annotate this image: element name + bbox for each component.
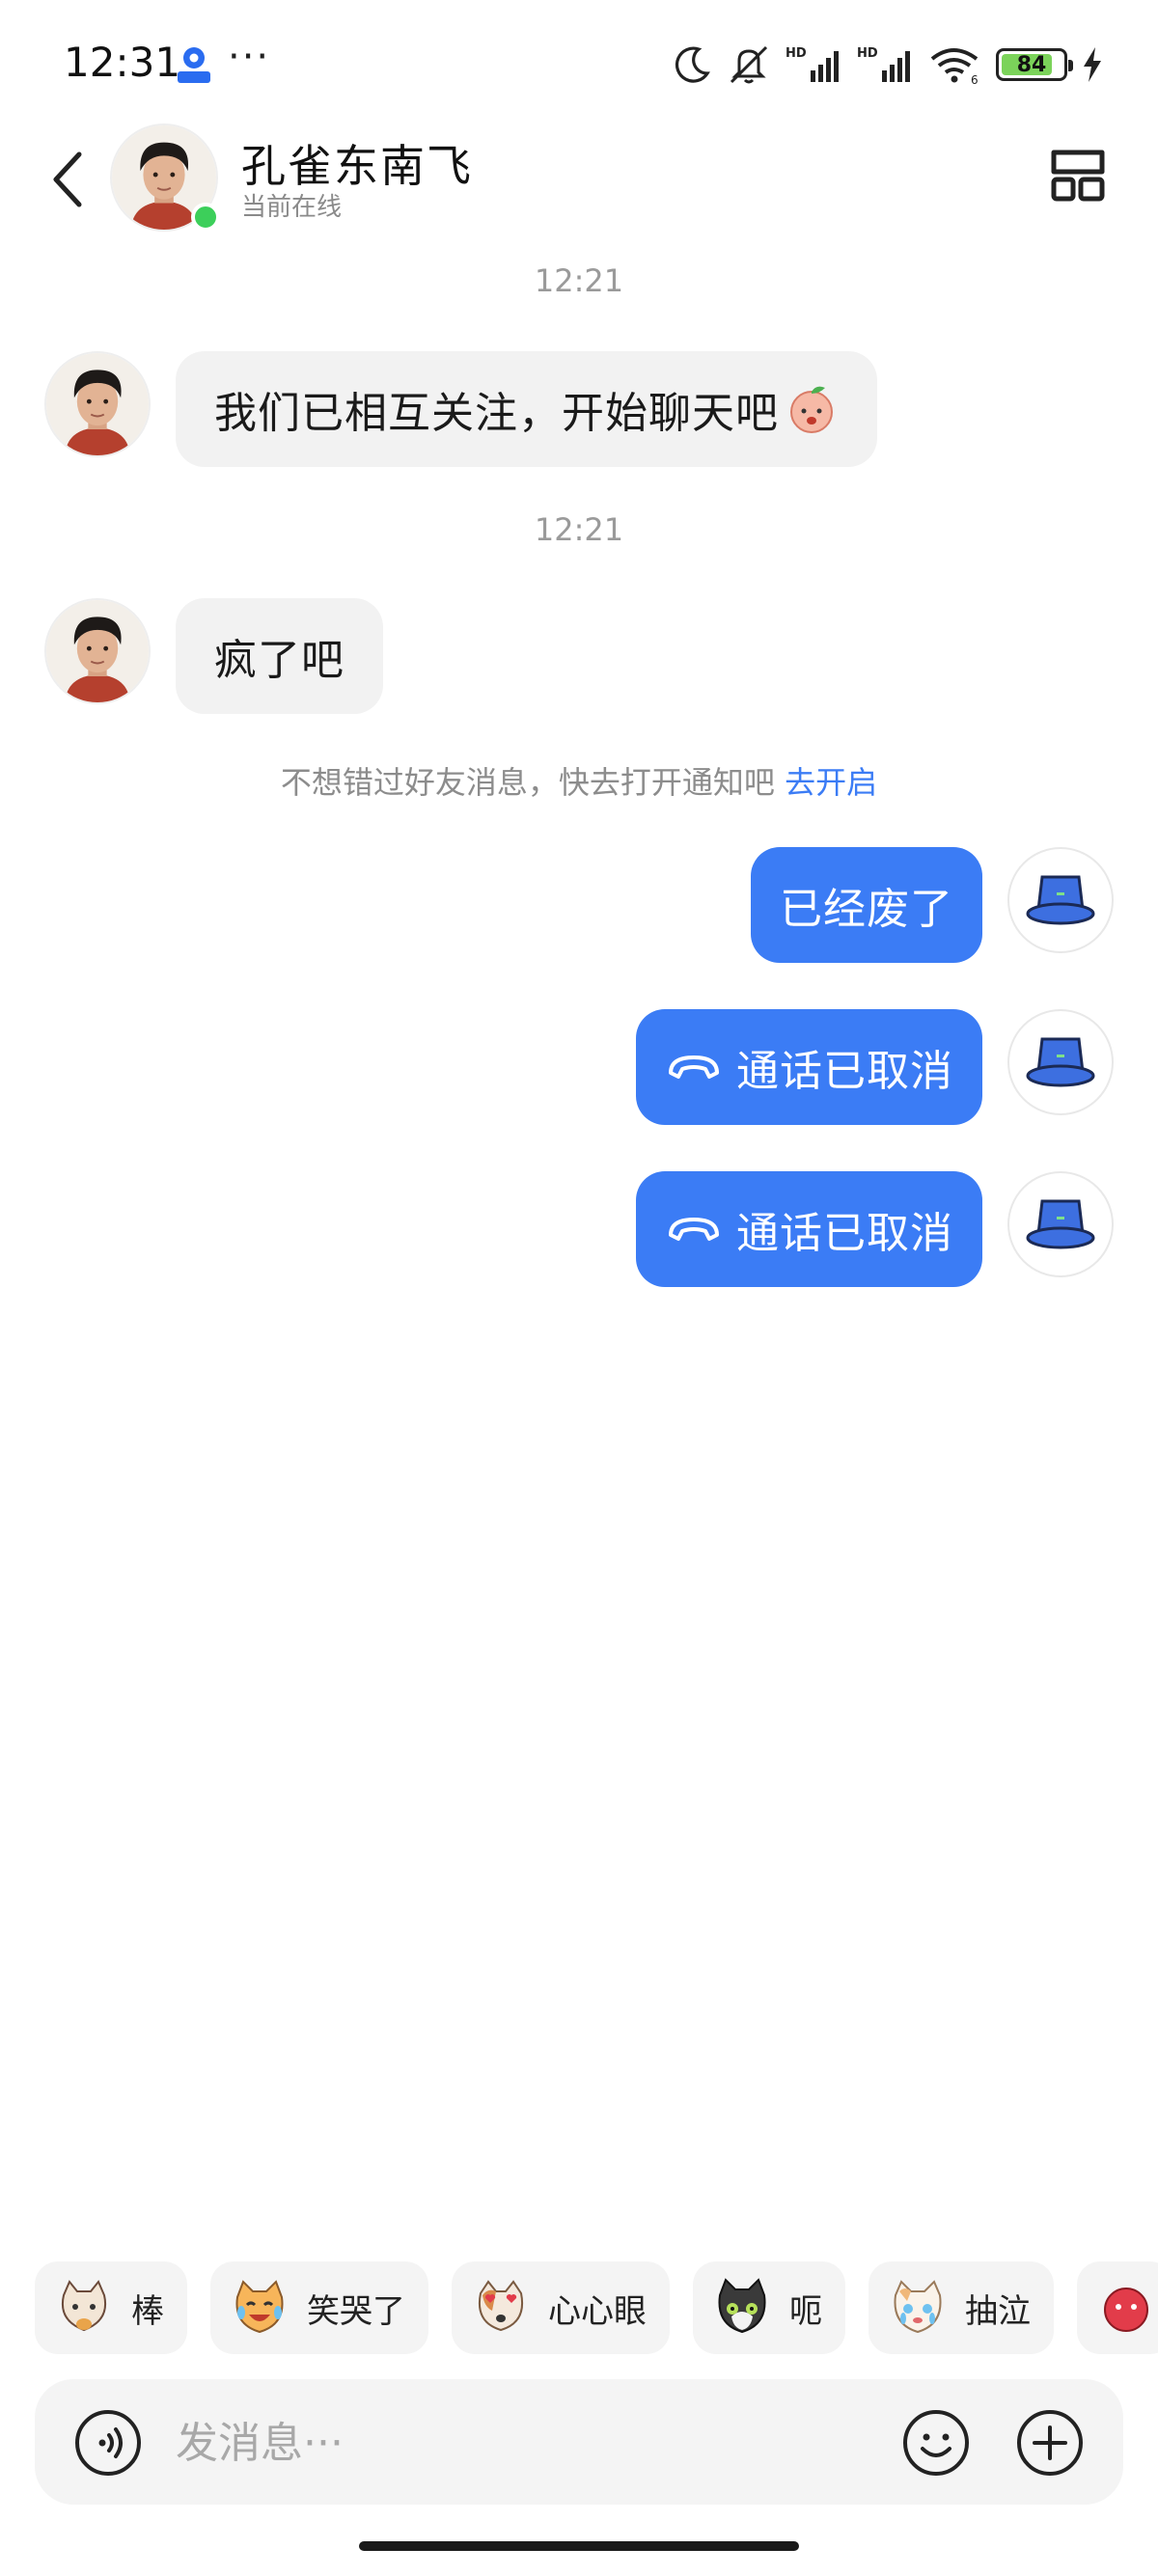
- sticker-suggestions: 棒 笑哭了 心心眼 呃 抽泣: [35, 2261, 1158, 2354]
- status-time: 12:31: [64, 39, 181, 86]
- notice-text: 不想错过好友消息，快去打开通知吧: [280, 764, 775, 801]
- sticker-chip[interactable]: 笑哭了: [210, 2261, 428, 2354]
- charging-icon: [1084, 47, 1101, 82]
- message-timestamp: 12:21: [534, 262, 624, 299]
- plus-icon[interactable]: [1015, 2408, 1085, 2478]
- message-text: 通话已取消: [736, 1209, 953, 1258]
- message-row: 疯了吧: [44, 598, 383, 714]
- status-bar: 12:31 ··· HD HD 6 84: [0, 0, 1158, 129]
- map-app-icon: [178, 47, 210, 83]
- sticker-chip[interactable]: 心心眼: [452, 2261, 670, 2354]
- battery-level: 84: [1016, 52, 1047, 77]
- my-avatar[interactable]: [1007, 847, 1114, 953]
- call-cancelled-bubble[interactable]: 通话已取消: [636, 1009, 982, 1125]
- message-text: 疯了吧: [214, 636, 345, 685]
- sticker-chip[interactable]: 呃: [693, 2261, 845, 2354]
- incoming-message-bubble[interactable]: 疯了吧: [176, 598, 383, 714]
- my-avatar[interactable]: [1007, 1171, 1114, 1277]
- message-row: 已经废了: [751, 847, 1114, 963]
- my-avatar[interactable]: [1007, 1009, 1114, 1115]
- message-row: 通话已取消: [636, 1171, 1114, 1287]
- smiley-icon[interactable]: [901, 2408, 971, 2478]
- person-avatar-icon: [46, 600, 149, 702]
- message-row: 通话已取消: [636, 1009, 1114, 1125]
- notification-prompt: 不想错过好友消息，快去打开通知吧 去开启: [0, 758, 1158, 803]
- sticker-chip-partial[interactable]: [1077, 2261, 1158, 2354]
- hd-signal-icon: HD: [857, 46, 910, 82]
- svg-text:HD: HD: [786, 46, 807, 61]
- sticker-label: 笑哭了: [307, 2291, 405, 2331]
- contact-status: 当前在线: [241, 193, 343, 222]
- battery-icon: 84: [996, 48, 1073, 81]
- message-text: 已经废了: [780, 885, 953, 934]
- hd-signal-icon: HD: [786, 46, 839, 82]
- sticker-chip[interactable]: 抽泣: [868, 2261, 1054, 2354]
- message-input[interactable]: [176, 2408, 909, 2478]
- moon-icon: [675, 46, 710, 83]
- cat-sob-icon: [894, 2280, 942, 2334]
- sticker-label: 棒: [131, 2291, 164, 2331]
- message-text: 通话已取消: [736, 1047, 953, 1096]
- mute-icon: [730, 45, 768, 84]
- bucket-hat-icon: [1026, 1037, 1095, 1087]
- message-text: 我们已相互关注，开始聊天吧: [214, 389, 779, 438]
- message-row: 我们已相互关注，开始聊天吧: [44, 351, 877, 467]
- sticker-chip[interactable]: 棒: [35, 2261, 187, 2354]
- svg-text:6: 6: [971, 73, 979, 86]
- sticker-face-icon: [1104, 2288, 1148, 2332]
- chevron-left-icon: [53, 151, 82, 207]
- cat-awkward-icon: [718, 2278, 766, 2334]
- cat-thumbs-up-icon: [62, 2280, 106, 2332]
- sender-avatar[interactable]: [44, 351, 151, 457]
- dashboard-icon[interactable]: [1046, 143, 1110, 206]
- back-button[interactable]: [39, 141, 96, 218]
- voice-icon[interactable]: [73, 2408, 143, 2478]
- incoming-message-bubble[interactable]: 我们已相互关注，开始聊天吧: [176, 351, 877, 467]
- sticker-label: 心心眼: [548, 2291, 647, 2331]
- chat-header: 孔雀东南飞 当前在线: [0, 114, 1158, 239]
- enable-notification-link[interactable]: 去开启: [785, 764, 877, 801]
- contact-name[interactable]: 孔雀东南飞: [241, 131, 473, 195]
- status-more: ···: [228, 35, 271, 79]
- call-cancelled-bubble[interactable]: 通话已取消: [636, 1171, 982, 1287]
- person-avatar-icon: [46, 353, 149, 455]
- outgoing-message-bubble[interactable]: 已经废了: [751, 847, 982, 963]
- svg-text:HD: HD: [857, 46, 878, 61]
- bucket-hat-icon: [1026, 1199, 1095, 1249]
- message-timestamp: 12:21: [534, 511, 624, 548]
- phone-hangup-icon: [665, 1210, 723, 1248]
- home-indicator[interactable]: [359, 2541, 799, 2551]
- cat-laugh-cry-icon: [235, 2280, 284, 2334]
- message-input-bar: [35, 2379, 1123, 2505]
- status-icons: HD HD 6 84: [672, 41, 1104, 89]
- sticker-label: 抽泣: [965, 2291, 1031, 2331]
- bucket-hat-icon: [1026, 875, 1095, 925]
- peach-emoji-icon: [790, 386, 833, 433]
- sender-avatar[interactable]: [44, 598, 151, 704]
- online-indicator: [191, 203, 220, 232]
- dog-heart-eyes-icon: [479, 2280, 523, 2332]
- wifi-icon: 6: [930, 48, 979, 86]
- phone-hangup-icon: [665, 1048, 723, 1086]
- sticker-label: 呃: [789, 2291, 822, 2331]
